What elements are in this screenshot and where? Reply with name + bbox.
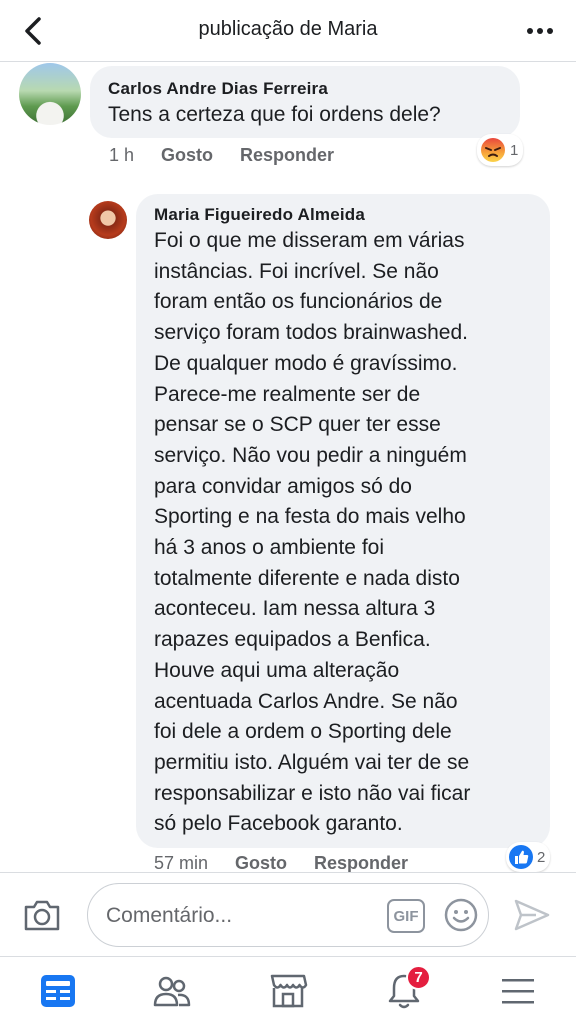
comment-line: foram então os funcionários de [154,290,443,314]
reaction-count: 2 [537,848,546,866]
avatar[interactable] [19,63,81,125]
news-feed-icon [41,975,75,1007]
bottom-navigation: 7 [0,956,576,1024]
comment-line: aconteceu. Iam nessa altura 3 [154,597,436,621]
comment-line: há 3 anos o ambiente foi [154,536,384,560]
top-bar: publicação de Maria [0,0,576,62]
comment-line: foi dele a ordem o Sporting dele [154,720,452,744]
comment-line: acentuada Carlos Andre. Se não [154,689,458,713]
like-button[interactable]: Gosto [161,145,213,166]
comment-line: Foi o que me disseram em várias [154,229,465,252]
comment-time: 1 h [109,145,135,165]
like-reaction-icon [509,845,533,869]
tab-marketplace[interactable] [266,969,310,1013]
send-button[interactable] [512,897,552,933]
emoji-icon [444,898,478,932]
comment-line: totalmente diferente e nada disto [154,566,460,590]
comment-bubble[interactable]: Maria Figueiredo Almeida Foi o que me di… [136,194,550,848]
page-title: publicação de Maria [198,18,378,40]
more-options-button[interactable] [522,16,558,46]
comment-line: instâncias. Foi incrível. Se não [154,259,439,283]
tab-notifications[interactable]: 7 [382,965,431,1013]
comment-line: Parece-me realmente ser de [154,382,421,406]
avatar[interactable] [89,201,127,239]
notification-badge: 7 [406,965,431,990]
comment-line: permitiu isto. Alguém vai ter de se [154,750,470,774]
comment-line: rapazes equipados a Benfica. [154,628,431,652]
menu-icon [502,979,534,1004]
emoji-button[interactable] [443,897,479,933]
comment-text: Foi o que me disseram em várias instânci… [154,226,532,840]
reply-button[interactable]: Responder [240,145,334,166]
tab-friends[interactable] [150,969,194,1013]
reaction-summary[interactable]: 1 [477,134,524,166]
like-button[interactable]: Gosto [235,853,287,874]
comment-author[interactable]: Maria Figueiredo Almeida [154,204,532,226]
comment-author[interactable]: Carlos Andre Dias Ferreira [108,78,502,100]
marketplace-icon [270,974,308,1008]
comment-line: De qualquer modo é gravíssimo. [154,351,458,375]
comment-placeholder: Comentário... [106,904,233,927]
more-horizontal-icon [527,28,553,34]
reaction-count: 1 [510,141,519,159]
comment-line: serviço. Não vou pedir a ninguém [154,443,467,467]
comment-time: 57 min [154,853,209,873]
comment-bubble[interactable]: Carlos Andre Dias Ferreira Tens a certez… [90,66,520,138]
comment-line: Sporting e na festa do mais velho [154,505,466,529]
tab-news-feed[interactable] [36,969,80,1013]
gif-button[interactable]: GIF [387,899,425,933]
comment-composer: Comentário... GIF [0,872,576,956]
comment-line: responsabilizar e isto não vai ficar [154,781,471,805]
comment-line: só pelo Facebook garanto. [154,812,403,836]
friends-icon [153,976,191,1007]
angry-reaction-icon [481,138,505,162]
comment-line: serviço foram todos brainwashed. [154,321,468,345]
reaction-summary[interactable]: 2 [506,842,551,872]
comment-line: pensar se o SCP quer ter esse [154,413,441,437]
comment-meta: 57 min Gosto Responder [154,853,408,874]
comment-line: Houve aqui uma alteração [154,658,400,682]
send-icon [514,899,550,931]
camera-icon [24,900,60,931]
tab-menu[interactable] [496,969,540,1013]
comment-input[interactable]: Comentário... GIF [87,883,489,947]
camera-button[interactable] [22,897,62,933]
comment-line: para convidar amigos só do [154,474,412,498]
comment-text: Tens a certeza que foi ordens dele? [108,103,441,126]
comment-meta: 1 h Gosto Responder [109,145,334,166]
reply-button[interactable]: Responder [314,853,408,874]
